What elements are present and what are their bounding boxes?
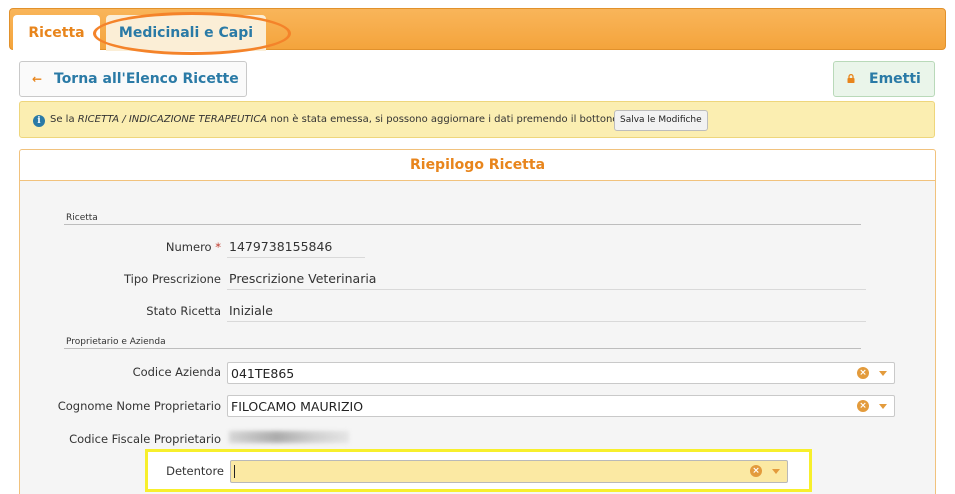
highlight-oval-annotation xyxy=(93,12,291,55)
info-message-bar: i Se la RICETTA / INDICAZIONE TERAPEUTIC… xyxy=(19,101,935,138)
back-to-list-button[interactable]: ← Torna all'Elenco Ricette xyxy=(19,61,247,97)
detentore-label: Detentore xyxy=(166,464,224,478)
panel-title: Riepilogo Ricetta xyxy=(20,150,935,181)
numero-value: 1479738155846 xyxy=(229,239,333,254)
detentore-combobox[interactable]: × xyxy=(230,460,788,483)
detentore-highlight-annotation: Detentore × xyxy=(145,449,812,492)
tipo-prescrizione-label: Tipo Prescrizione xyxy=(123,272,221,286)
stato-ricetta-value: Iniziale xyxy=(229,303,273,318)
cognome-nome-combobox[interactable]: FILOCAMO MAURIZIO × xyxy=(227,395,895,417)
stato-ricetta-underline xyxy=(227,321,866,322)
info-icon: i xyxy=(33,115,45,127)
arrow-left-icon: ← xyxy=(32,72,43,86)
emetti-button-label: Emetti xyxy=(869,71,921,87)
section-title-proprietario: Proprietario e Azienda xyxy=(66,337,166,347)
clear-icon[interactable]: × xyxy=(857,367,869,379)
required-mark: * xyxy=(215,240,221,254)
save-changes-button[interactable]: Salva le Modifiche xyxy=(614,110,708,131)
info-emphasis: RICETTA / INDICAZIONE TERAPEUTICA xyxy=(77,114,268,125)
numero-underline xyxy=(227,257,365,258)
codice-azienda-combobox[interactable]: 041TE865 × xyxy=(227,362,895,384)
section-title-ricetta: Ricetta xyxy=(66,213,98,223)
tipo-prescrizione-underline xyxy=(227,289,866,290)
chevron-down-icon[interactable] xyxy=(879,371,887,376)
stato-ricetta-label: Stato Ricetta xyxy=(146,304,221,318)
cognome-nome-label: Cognome Nome Proprietario xyxy=(57,399,221,413)
section-divider xyxy=(64,224,861,225)
section-divider xyxy=(64,348,861,349)
clear-icon[interactable]: × xyxy=(750,465,762,477)
chevron-down-icon[interactable] xyxy=(772,469,780,474)
emetti-button[interactable]: Emetti xyxy=(833,61,935,97)
chevron-down-icon[interactable] xyxy=(879,404,887,409)
cognome-nome-value: FILOCAMO MAURIZIO xyxy=(231,399,364,414)
text-cursor xyxy=(234,465,235,478)
codice-fiscale-label: Codice Fiscale Proprietario xyxy=(69,432,221,446)
tab-ricetta-label: Ricetta xyxy=(28,25,85,41)
codice-azienda-value: 041TE865 xyxy=(231,366,295,381)
lock-icon xyxy=(847,74,855,83)
info-message-text: Se la RICETTA / INDICAZIONE TERAPEUTICA … xyxy=(50,114,619,125)
numero-label: Numero * xyxy=(165,240,221,254)
tipo-prescrizione-value: Prescrizione Veterinaria xyxy=(229,271,377,286)
clear-icon[interactable]: × xyxy=(857,400,869,412)
codice-azienda-label: Codice Azienda xyxy=(132,365,221,379)
codice-fiscale-redacted-value xyxy=(229,431,349,443)
back-button-label: Torna all'Elenco Ricette xyxy=(54,71,239,87)
tab-ricetta[interactable]: Ricetta xyxy=(13,15,100,51)
